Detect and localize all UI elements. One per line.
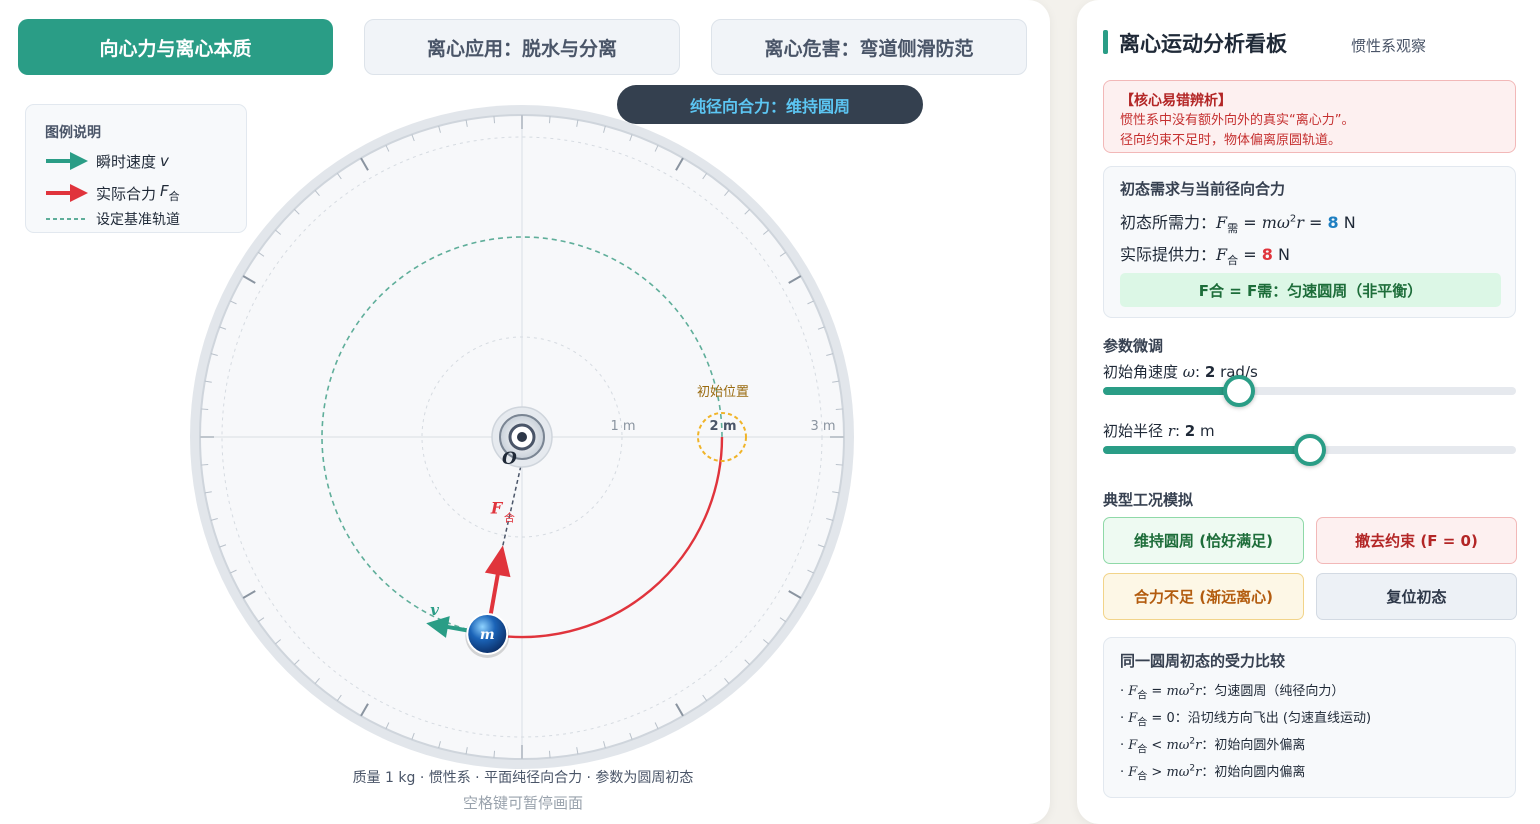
legend-force-label: 实际合力 (96, 184, 157, 203)
legend: 图例说明 瞬时速度 v 实际合力 F合 设定基准轨道 (25, 104, 247, 233)
omega-slider[interactable] (1103, 375, 1516, 407)
radius-label: 初始半径 r: 2 m (1103, 422, 1215, 440)
compare-row-zero: · F合 = 0：沿切线方向飞出 (匀速直线运动) (1120, 711, 1372, 729)
pivot-center-icon (517, 432, 527, 442)
required-force-value: 8 (1327, 213, 1339, 232)
motion-status-chip: F合 = F需：匀速圆周（非平衡） (1120, 273, 1501, 307)
mode-status-pill: 纯径向合力：维持圆周 (617, 85, 923, 124)
legend-velocity-label: 瞬时速度 (96, 152, 157, 171)
force-tag: F (490, 498, 504, 517)
compare-row-greater: · F合 > mω2r：初始向圆内偏离 (1120, 763, 1306, 783)
radius-value: 2 (1184, 422, 1196, 440)
analysis-panel: 离心运动分析看板 惯性系观察 【核心易错辨析】 惯性系中没有额外向外的真实“离心… (1077, 0, 1540, 824)
warning-line-1: 惯性系中没有额外向外的真实“离心力”。 (1120, 113, 1355, 128)
velocity-arrow-icon (46, 152, 88, 170)
keep-circle-button[interactable]: 维持圆周 (恰好满足) (1103, 517, 1304, 564)
rim-tick (201, 408, 209, 411)
panel-title: 离心运动分析看板 (1119, 32, 1287, 56)
compare-row-less: · F合 < mω2r：初始向圆外偏离 (1120, 736, 1306, 756)
scale-label-3m: 3 m (810, 419, 835, 434)
rim-tick (493, 750, 496, 758)
radius-slider[interactable] (1103, 434, 1516, 466)
pause-hint: 空格键可暂停画面 (462, 794, 583, 812)
rim-tick (201, 463, 209, 466)
stage-caption: 质量 1 kg · 惯性系 · 平面纯径向合力 · 参数为圆周初态 (352, 770, 694, 786)
legend-title: 图例说明 (45, 125, 101, 141)
rim-tick (548, 116, 551, 124)
title-accent-bar (1103, 30, 1108, 54)
mass-label: m (480, 627, 495, 643)
remove-constraint-button[interactable]: 撤去约束 (F = 0) (1316, 517, 1517, 564)
omega-value: 2 (1204, 363, 1216, 381)
legend-force-var: F合 (160, 182, 180, 203)
force-cases-card: 同一圆周初态的受力比较 · F合 = mω2r：匀速圆周（纯径向力） · F合 … (1103, 637, 1516, 798)
rim-tick (548, 750, 551, 758)
velocity-tag: v (430, 601, 439, 619)
scale-label-2m: 2 m (709, 419, 736, 434)
rim-tick (835, 408, 843, 411)
required-force-row: 初态所需力：F需 = mω2r = 8 N (1120, 213, 1356, 236)
force-card-title: 初态需求与当前径向合力 (1120, 180, 1286, 198)
legend-force: 实际合力 F合 (44, 181, 180, 205)
insufficient-force-button[interactable]: 合力不足 (渐远离心) (1103, 573, 1304, 620)
start-position-label: 初始位置 (697, 385, 749, 400)
rim-tick (493, 116, 496, 124)
simulation-panel: 向心力与离心本质 离心应用：脱水与分离 离心危害：弯道侧滑防范 1 m 2 m … (0, 0, 1050, 824)
provided-force-row: 实际提供力：F合 = 8 N (1120, 245, 1290, 268)
force-tag-sub: 合 (504, 510, 515, 524)
radius-slider-fill (1103, 446, 1310, 454)
scale-label-1m: 1 m (610, 419, 635, 434)
center-label: O (502, 449, 517, 469)
omega-slider-thumb[interactable] (1223, 375, 1256, 407)
compare-title: 同一圆周初态的受力比较 (1120, 652, 1286, 670)
legend-velocity-var: v (160, 152, 169, 170)
warning-line-2: 径向约束不足时，物体偏离原圆轨道。 (1120, 133, 1342, 148)
omega-slider-fill (1103, 387, 1240, 395)
legend-orbit-label: 设定基准轨道 (96, 212, 180, 228)
rim-tick (835, 463, 843, 466)
legend-orbit: 设定基准轨道 (44, 207, 180, 231)
force-arrow-icon (46, 184, 88, 202)
compare-row-equal: · F合 = mω2r：匀速圆周（纯径向力） (1120, 682, 1345, 702)
misconception-warning: 【核心易错辨析】 惯性系中没有额外向外的真实“离心力”。 径向约束不足时，物体偏… (1103, 80, 1516, 153)
provided-force-value: 8 (1261, 245, 1273, 264)
reset-button[interactable]: 复位初态 (1316, 573, 1517, 620)
panel-subtitle: 惯性系观察 (1351, 37, 1427, 55)
dashed-orbit-icon (46, 218, 86, 220)
force-comparison-card: 初态需求与当前径向合力 初态所需力：F需 = mω2r = 8 N 实际提供力：… (1103, 166, 1516, 318)
legend-velocity: 瞬时速度 v (44, 149, 169, 173)
radius-slider-thumb[interactable] (1293, 434, 1326, 466)
params-title: 参数微调 (1103, 337, 1164, 355)
cases-title: 典型工况模拟 (1103, 491, 1194, 509)
warning-heading: 【核心易错辨析】 (1120, 93, 1232, 109)
